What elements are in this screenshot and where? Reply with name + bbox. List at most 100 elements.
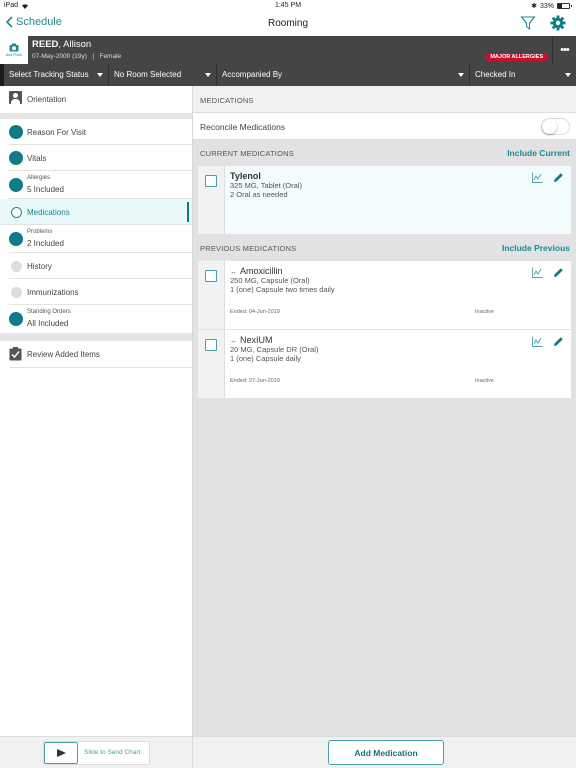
major-allergies-badge[interactable]: MAJOR ALLERGIES — [485, 53, 548, 61]
sidebar-item-label: Vitals — [27, 154, 47, 163]
medication-ended-date: Ended: 04-Jun-2019 — [230, 309, 280, 315]
patient-sex: Female — [99, 53, 122, 60]
medication-sig: 1 (one) Capsule two times daily — [230, 285, 335, 294]
accompanied-by-dropdown[interactable]: Accompanied By — [217, 64, 470, 86]
sidebar-item-label: Review Added Items — [27, 350, 100, 359]
tracking-status-dropdown[interactable]: Select Tracking Status — [4, 64, 109, 86]
sidebar-item-summary: 2 Included — [27, 239, 64, 248]
camera-icon — [9, 43, 19, 52]
sidebar-item-problems[interactable]: Problems 2 Included — [9, 225, 192, 253]
sidebar-item-medications[interactable]: Medications — [0, 199, 192, 225]
status-dot-icon — [9, 125, 23, 139]
sidebar-item-title: Problems — [27, 229, 53, 235]
medication-name: Tylenol — [230, 171, 261, 181]
medication-sig: 2 Oral as needed — [230, 190, 288, 199]
slide-to-send-chart[interactable]: Slide to Send Chart — [43, 741, 150, 765]
caret-down-icon — [458, 73, 464, 77]
sidebar-item-label: Immunizations — [27, 288, 79, 297]
checkbox-column — [198, 261, 225, 329]
medication-sig: 1 (one) Capsule daily — [230, 354, 301, 363]
medication-dose: 250 MG, Capsule (Oral) — [230, 276, 310, 285]
dropdown-bar: Select Tracking Status No Room Selected … — [0, 64, 576, 86]
active-indicator — [187, 202, 189, 222]
sidebar-item-allergies[interactable]: Allergies 5 Included — [9, 171, 192, 199]
external-source-icon: ↔ — [230, 338, 237, 345]
toggle-knob — [542, 119, 557, 134]
check-status-dropdown[interactable]: Checked In — [470, 64, 576, 86]
bluetooth-icon: ✱ — [531, 3, 537, 10]
back-button[interactable]: Schedule — [6, 16, 62, 28]
status-dot-icon — [11, 287, 22, 298]
pencil-icon[interactable] — [553, 267, 564, 278]
footer-right: Add Medication — [193, 736, 576, 768]
filter-icon[interactable] — [520, 15, 536, 31]
sidebar-item-label: Reason For Visit — [27, 128, 86, 137]
graph-icon[interactable] — [532, 172, 543, 183]
more-button[interactable]: ••• — [552, 36, 576, 64]
sidebar-item-summary: 5 Included — [27, 185, 64, 194]
add-photo-label: Add Photo — [5, 53, 23, 57]
room-dropdown[interactable]: No Room Selected — [109, 64, 217, 86]
graph-icon[interactable] — [532, 267, 543, 278]
pencil-icon[interactable] — [553, 336, 564, 347]
external-source-icon: ↔ — [230, 269, 237, 276]
sidebar-item-review-added-items[interactable]: Review Added Items — [9, 341, 192, 368]
caret-down-icon — [97, 73, 103, 77]
status-bar: iPad 1:45 PM ✱ 33% — [0, 0, 576, 12]
sidebar-item-history[interactable]: History — [9, 253, 192, 279]
sidebar-item-immunizations[interactable]: Immunizations — [9, 279, 192, 305]
caret-down-icon — [565, 73, 571, 77]
pencil-icon[interactable] — [553, 172, 564, 183]
previous-medications-header: PREVIOUS MEDICATIONS Include Previous — [193, 235, 576, 261]
status-dot-icon — [9, 312, 23, 326]
graph-icon[interactable] — [532, 336, 543, 347]
reconcile-toggle[interactable] — [541, 118, 570, 135]
medications-panel: MEDICATIONS Reconcile Medications CURREN… — [193, 86, 576, 736]
medication-card[interactable]: ↔ Amoxicillin 250 MG, Capsule (Oral) 1 (o… — [198, 261, 571, 329]
nav-bar: Schedule Rooming — [0, 12, 576, 36]
sidebar-item-summary: All Included — [27, 319, 69, 328]
person-icon — [9, 91, 22, 104]
accompanied-by-value: Accompanied By — [222, 70, 283, 79]
sidebar-item-label: Medications — [27, 208, 70, 217]
back-label: Schedule — [16, 16, 62, 28]
medication-status: Inactive — [475, 378, 494, 384]
medication-checkbox[interactable] — [205, 270, 217, 282]
medication-body: Tylenol 325 MG, Tablet (Oral) 2 Oral as … — [225, 166, 571, 234]
medication-body: ↔ Amoxicillin 250 MG, Capsule (Oral) 1 (o… — [225, 261, 571, 329]
include-previous-link[interactable]: Include Previous — [502, 243, 570, 253]
status-dot-icon — [11, 207, 22, 218]
include-current-link[interactable]: Include Current — [507, 148, 570, 158]
battery-percent: 33% — [539, 2, 554, 10]
medication-dose: 20 MG, Capsule DR (Oral) — [230, 345, 319, 354]
patient-name: REED, Allison — [32, 39, 91, 50]
add-photo-button[interactable]: Add Photo — [0, 36, 28, 64]
status-dot-icon — [9, 178, 23, 192]
sidebar-item-vitals[interactable]: Vitals — [9, 145, 192, 171]
status-dot-icon — [9, 232, 23, 246]
slider-handle[interactable] — [44, 742, 78, 764]
checkbox-column — [198, 166, 225, 234]
page-title: Rooming — [267, 18, 309, 29]
medication-card[interactable]: ↔ NexIUM 20 MG, Capsule DR (Oral) 1 (one)… — [198, 330, 571, 398]
medication-status: Inactive — [475, 309, 494, 315]
add-medication-button[interactable]: Add Medication — [328, 740, 444, 765]
status-dot-icon — [9, 151, 23, 165]
play-arrow-icon — [57, 749, 66, 757]
battery-icon — [557, 3, 572, 9]
medication-name: Amoxicillin — [240, 266, 283, 276]
medication-checkbox[interactable] — [205, 339, 217, 351]
chevron-left-icon — [6, 16, 13, 28]
medication-checkbox[interactable] — [205, 175, 217, 187]
reconcile-label: Reconcile Medications — [200, 122, 286, 132]
sidebar-item-standing-orders[interactable]: Standing Orders All Included — [9, 305, 192, 333]
sidebar-item-reason-for-visit[interactable]: Reason For Visit — [9, 119, 192, 145]
gear-icon[interactable] — [550, 15, 566, 31]
patient-last-name: REED — [32, 39, 59, 50]
sidebar-item-orientation[interactable]: Orientation — [0, 86, 192, 113]
status-dot-icon — [11, 261, 22, 272]
tracking-status-value: Select Tracking Status — [9, 70, 89, 79]
sidebar-item-title: Standing Orders — [27, 309, 71, 315]
medication-card[interactable]: Tylenol 325 MG, Tablet (Oral) 2 Oral as … — [198, 166, 571, 234]
reconcile-row: Reconcile Medications — [193, 113, 576, 140]
